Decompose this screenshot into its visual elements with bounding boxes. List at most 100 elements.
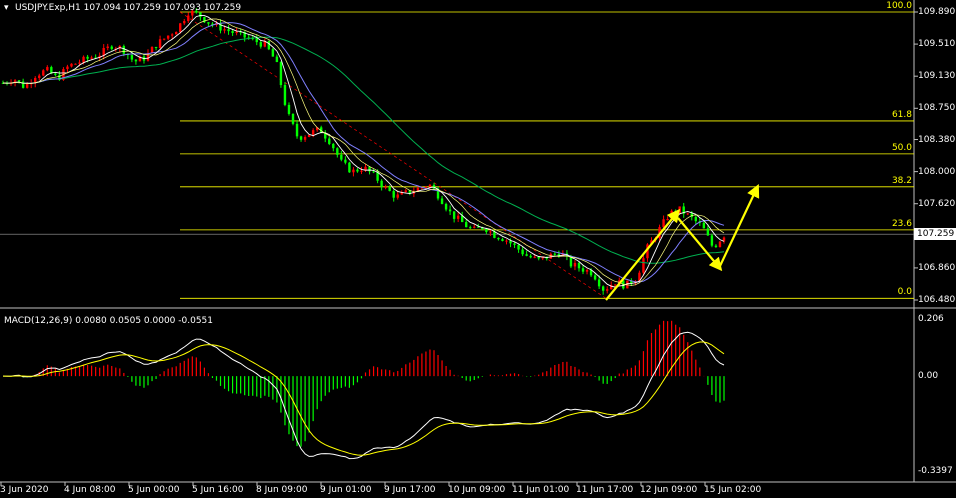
- candle-body: [78, 62, 81, 64]
- candle-body: [336, 148, 339, 155]
- candle-body: [384, 186, 387, 188]
- candle-body: [368, 166, 371, 172]
- candle-body: [456, 215, 460, 219]
- ma-fast-line: [2, 14, 725, 288]
- candle-body: [17, 80, 21, 82]
- candle-body: [513, 243, 516, 245]
- time-axis-label: 5 Jun 00:00: [128, 485, 180, 495]
- candle-body: [392, 191, 395, 198]
- candle-body: [372, 171, 375, 173]
- candle-body: [505, 240, 508, 242]
- candle-body: [86, 56, 89, 59]
- candle-body: [585, 270, 589, 272]
- candle-body: [38, 75, 41, 79]
- candle-body: [291, 113, 295, 124]
- time-axis-label: 11 Jun 17:00: [576, 485, 634, 495]
- signal-line: [3, 341, 725, 456]
- candle-body: [207, 22, 210, 24]
- candle-body: [90, 57, 93, 59]
- time-axis-label: 9 Jun 17:00: [384, 485, 436, 495]
- candle-body: [332, 143, 335, 149]
- candle-body: [348, 162, 351, 173]
- price-axis-label: 106.480: [918, 295, 956, 305]
- candle-body: [674, 210, 677, 214]
- macd-info-text: MACD(12,26,9) 0.0080 0.0505 0.0000 -0.05…: [4, 316, 214, 326]
- time-axis-label: 9 Jun 01:00: [320, 485, 372, 495]
- candle-body: [134, 59, 138, 62]
- candle-body: [21, 81, 25, 88]
- candle-body: [581, 268, 585, 272]
- candle-body: [66, 66, 69, 70]
- candle-body: [307, 134, 311, 137]
- price-axis-label: 108.750: [918, 103, 956, 114]
- candle-body: [525, 254, 528, 256]
- candle-body: [259, 42, 262, 47]
- candle-body: [714, 245, 718, 247]
- candle-body: [166, 35, 170, 39]
- candle-body: [227, 29, 230, 32]
- fib-anchor-line: [179, 11, 607, 299]
- price-axis-label: 109.510: [918, 39, 956, 50]
- chart-window[interactable]: ▾ USDJPY.Exp,H1 107.094 107.259 107.093 …: [0, 0, 956, 498]
- price-chart[interactable]: [0, 0, 956, 498]
- candle-body: [380, 180, 383, 188]
- candle-body: [179, 23, 182, 33]
- candle-body: [501, 239, 504, 241]
- price-axis-label: 109.890: [918, 7, 956, 17]
- candle-body: [593, 275, 597, 280]
- candle-body: [469, 227, 472, 229]
- price-axis-label: 109.130: [918, 71, 956, 82]
- candle-body: [666, 219, 669, 221]
- candle-body: [344, 159, 347, 163]
- candle-body: [489, 231, 492, 233]
- candle-body: [356, 169, 359, 172]
- macd-axis-top: 0.206: [918, 314, 944, 324]
- candle-body: [497, 237, 500, 240]
- time-axis-label: 10 Jun 09:00: [448, 485, 506, 495]
- candle-body: [54, 73, 57, 75]
- time-axis-label: 4 Jun 08:00: [64, 485, 116, 495]
- candle-body: [686, 213, 689, 215]
- candle-body: [183, 21, 186, 24]
- candle-body: [678, 206, 681, 214]
- macd-axis-bottom: -0.3397: [918, 466, 953, 476]
- symbol-info-text: USDJPY.Exp,H1 107.094 107.259 107.093 10…: [15, 3, 242, 13]
- candle-body: [340, 154, 343, 160]
- candle-body: [275, 56, 279, 63]
- candle-body: [521, 249, 524, 255]
- candle-body: [231, 31, 234, 33]
- candle-body: [662, 219, 665, 228]
- candle-body: [175, 32, 178, 35]
- candle-body: [187, 15, 190, 22]
- time-axis-label: 5 Jun 16:00: [192, 485, 244, 495]
- candle-body: [597, 279, 601, 287]
- candle-body: [303, 136, 307, 140]
- time-axis-label: 12 Jun 09:00: [640, 485, 698, 495]
- fib-level-label: 100.0: [886, 1, 912, 11]
- time-axis-label: 3 Jun 2020: [0, 485, 49, 495]
- candle-body: [473, 226, 476, 228]
- macd-axis-zero: 0.00: [918, 371, 939, 381]
- candle-body: [130, 55, 134, 60]
- candle-body: [388, 186, 391, 192]
- candle-body: [271, 49, 275, 57]
- price-axis-label: 108.000: [918, 166, 956, 177]
- candle-body: [42, 70, 45, 76]
- candle-body: [283, 85, 287, 105]
- symbol-dropdown-icon[interactable]: ▾: [4, 3, 9, 13]
- candle-body: [267, 41, 271, 50]
- candle-body: [82, 56, 85, 63]
- trend-arrow: [605, 208, 681, 301]
- ma-mid-line: [2, 22, 725, 283]
- candle-body: [122, 46, 126, 54]
- candle-body: [299, 136, 303, 140]
- time-axis-label: 15 Jun 02:00: [704, 485, 762, 495]
- candle-body: [485, 228, 488, 232]
- candle-body: [642, 258, 645, 273]
- candle-body: [255, 38, 258, 43]
- candle-body: [694, 216, 698, 222]
- candle-body: [74, 63, 77, 65]
- candle-body: [710, 235, 714, 246]
- candle-body: [444, 203, 448, 210]
- ma-slow-line: [2, 36, 725, 264]
